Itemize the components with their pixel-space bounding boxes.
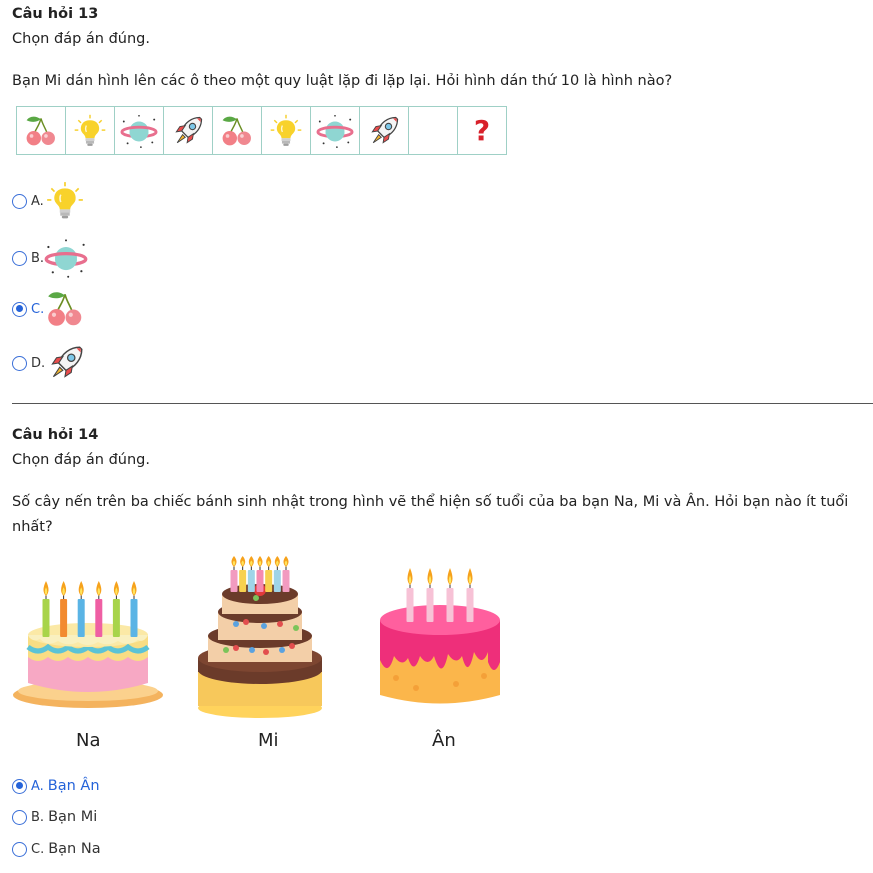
option-letter: B. — [31, 250, 45, 266]
question-divider — [12, 403, 873, 404]
question-14-title: Câu hỏi 14 — [12, 427, 99, 443]
candle — [112, 581, 120, 637]
option-letter: C. — [31, 841, 45, 857]
cake-mi-image — [198, 556, 322, 718]
radio-button[interactable] — [12, 250, 27, 266]
candle — [247, 556, 255, 592]
q14-option-a[interactable]: A. Bạn Ân — [12, 778, 100, 794]
cake-label-an: Ân — [432, 730, 456, 751]
candle — [42, 581, 50, 637]
cherry-icon — [219, 113, 255, 149]
candle — [95, 581, 103, 637]
candle — [466, 568, 474, 622]
question-13-instruction: Chọn đáp án đúng. — [12, 31, 150, 47]
candle — [230, 556, 238, 592]
sequence-cell — [310, 106, 360, 155]
question-13-text: Bạn Mi dán hình lên các ô theo một quy l… — [12, 73, 673, 89]
rocket-icon — [170, 113, 206, 149]
option-letter: C. — [31, 301, 45, 317]
candle — [77, 581, 85, 637]
option-letter: B. — [31, 809, 45, 825]
q13-option-b[interactable]: B. — [12, 236, 88, 280]
option-text: Bạn Mi — [48, 809, 98, 825]
bulb-icon — [268, 113, 304, 149]
q13-option-a[interactable]: A. — [12, 180, 86, 222]
planet-icon — [316, 112, 354, 150]
radio-button[interactable] — [12, 809, 27, 825]
sequence-cell — [16, 106, 66, 155]
sequence-cell-question: ? — [457, 106, 507, 155]
candle — [239, 556, 247, 592]
sequence-cell-empty — [408, 106, 458, 155]
bulb-icon — [44, 180, 86, 222]
rocket-icon — [366, 113, 402, 149]
cherry-icon — [23, 113, 59, 149]
candle — [282, 556, 290, 592]
option-text: Bạn Ân — [47, 778, 100, 794]
radio-button[interactable] — [12, 841, 27, 857]
cake-label-mi: Mi — [258, 730, 279, 751]
question-mark: ? — [473, 114, 491, 147]
radio-button-selected[interactable] — [12, 301, 27, 317]
candle — [60, 581, 68, 637]
sequence-cell — [359, 106, 409, 155]
q13-option-d[interactable]: D. — [12, 342, 87, 384]
option-text: Bạn Na — [48, 841, 101, 857]
rocket-icon — [45, 342, 87, 384]
question-14-instruction: Chọn đáp án đúng. — [12, 452, 150, 468]
radio-button-selected[interactable] — [12, 778, 27, 794]
question-13-title: Câu hỏi 13 — [12, 6, 99, 22]
sequence-cell — [212, 106, 262, 155]
planet-icon — [120, 112, 158, 150]
candle — [406, 568, 414, 622]
sequence-cell — [163, 106, 213, 155]
q13-option-c[interactable]: C. — [12, 288, 86, 330]
sequence-cell — [261, 106, 311, 155]
candle — [256, 556, 264, 592]
option-letter: A. — [31, 778, 44, 794]
question-14-text-line2: nhất? — [12, 519, 53, 535]
candle — [130, 581, 138, 637]
sequence-cell — [65, 106, 115, 155]
option-letter: D. — [31, 355, 46, 371]
cake-an-image — [380, 568, 500, 704]
cake-na-image — [13, 581, 163, 708]
candle — [446, 568, 454, 622]
candle — [273, 556, 281, 592]
sequence-cell — [114, 106, 164, 155]
planet-icon — [44, 236, 88, 280]
candle — [426, 568, 434, 622]
option-letter: A. — [31, 193, 44, 209]
q14-option-b[interactable]: B. Bạn Mi — [12, 809, 97, 825]
radio-button[interactable] — [12, 355, 27, 371]
q14-option-c[interactable]: C. Bạn Na — [12, 841, 101, 857]
bulb-icon — [72, 113, 108, 149]
cake-label-na: Na — [76, 730, 101, 751]
radio-button[interactable] — [12, 193, 27, 209]
candle — [265, 556, 273, 592]
sticker-sequence-table: ? — [16, 106, 507, 155]
question-14-text-line1: Số cây nến trên ba chiếc bánh sinh nhật … — [12, 494, 849, 510]
cherry-icon — [44, 288, 86, 330]
